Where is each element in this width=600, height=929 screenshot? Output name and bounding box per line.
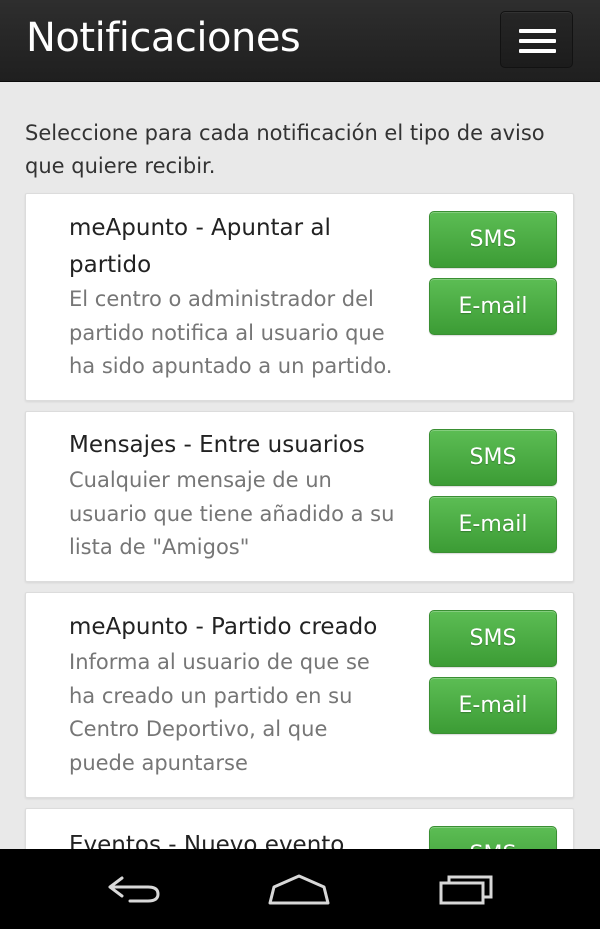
notification-card: meApunto - Partido creado Informa al usu… — [25, 592, 574, 798]
page-title: Notificaciones — [26, 15, 301, 61]
app-header: Notificaciones — [0, 0, 600, 82]
sms-button[interactable]: SMS — [429, 429, 557, 486]
notification-description: El centro o administrador del partido no… — [69, 287, 393, 378]
notification-title: meApunto - Apuntar al partido — [69, 215, 331, 278]
home-icon[interactable] — [266, 871, 332, 907]
notifications-content[interactable]: Seleccione para cada notificación el tip… — [0, 82, 600, 849]
notification-description: Informa al usuario de que se ha creado u… — [69, 650, 370, 775]
back-icon[interactable] — [100, 871, 164, 907]
email-button[interactable]: E-mail — [429, 278, 557, 335]
notification-card: meApunto - Apuntar al partido El centro … — [25, 193, 574, 401]
intro-text: Seleccione para cada notificación el tip… — [25, 121, 545, 178]
sms-button[interactable]: SMS — [429, 211, 557, 268]
email-button[interactable]: E-mail — [429, 677, 557, 734]
recent-apps-icon[interactable] — [437, 871, 497, 907]
notification-title: Eventos - Nuevo evento — [69, 832, 345, 849]
email-button[interactable]: E-mail — [429, 496, 557, 553]
notification-card: Eventos - Nuevo evento SMS — [25, 808, 574, 849]
sms-button[interactable]: SMS — [429, 610, 557, 667]
notification-title: meApunto - Partido creado — [69, 614, 378, 640]
android-navigation-bar — [0, 849, 600, 929]
notification-description: Cualquier mensaje de un usuario que tien… — [69, 468, 395, 559]
sms-button[interactable]: SMS — [429, 826, 557, 849]
notification-card: Mensajes - Entre usuarios Cualquier mens… — [25, 411, 574, 582]
menu-button[interactable] — [500, 11, 573, 68]
notification-title: Mensajes - Entre usuarios — [69, 432, 365, 458]
